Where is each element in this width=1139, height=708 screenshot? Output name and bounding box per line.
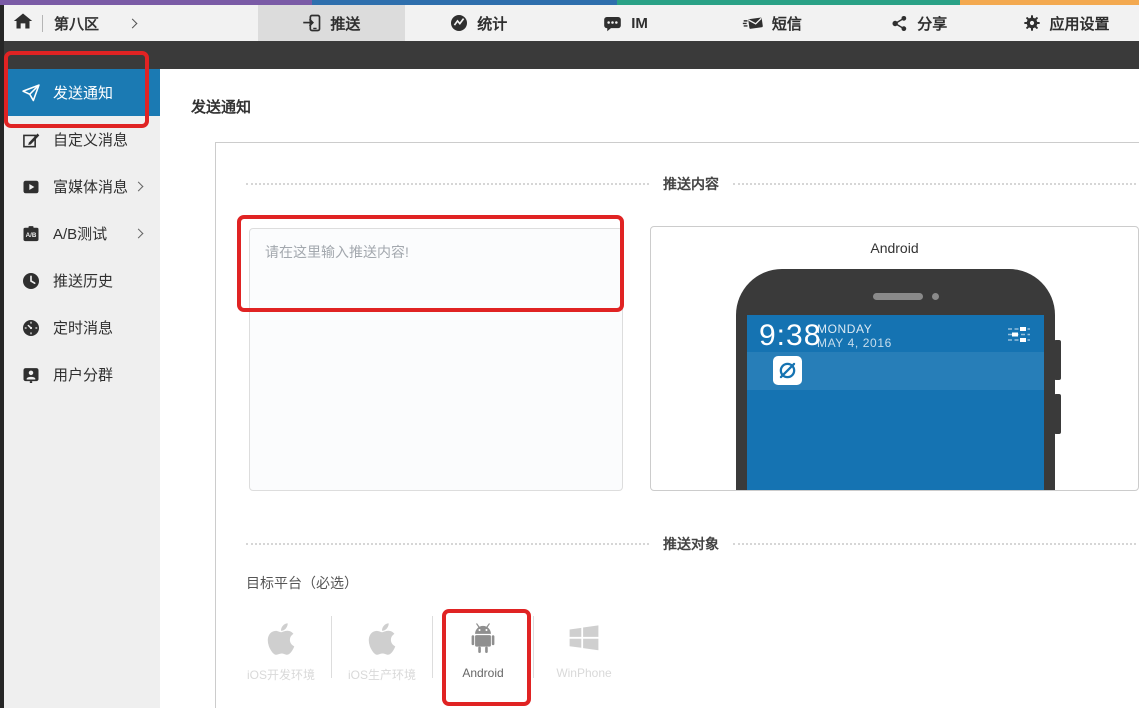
platform-android[interactable]: Android	[433, 611, 533, 683]
chevron-right-icon[interactable]	[128, 18, 138, 28]
share-icon	[890, 14, 909, 33]
user-group-icon	[20, 364, 42, 386]
push-content-input[interactable]	[249, 228, 623, 491]
sidebar-item-ab-test[interactable]: A/B A/B测试	[0, 210, 160, 257]
sidebar-item-push-history[interactable]: 推送历史	[0, 257, 160, 304]
phone-mockup: 9:38 MONDAY MAY 4, 2016	[736, 269, 1055, 490]
page-title: 发送通知	[191, 96, 251, 117]
sidebar-item-label: 自定义消息	[53, 129, 128, 150]
sidebar-item-rich-media[interactable]: 富媒体消息	[0, 163, 160, 210]
phone-volume-button	[1054, 340, 1061, 380]
stats-icon	[449, 13, 469, 33]
sidebar-item-label: 用户分群	[53, 364, 113, 385]
sidebar-item-label: 富媒体消息	[53, 176, 128, 197]
im-icon	[602, 13, 623, 34]
dotted-line	[246, 183, 649, 185]
tab-label: 统计	[477, 13, 507, 34]
header-dark-bar	[0, 41, 1139, 69]
tab-share[interactable]: 分享	[845, 5, 992, 41]
apple-icon	[266, 611, 296, 657]
edit-icon	[20, 129, 42, 151]
tab-label: IM	[631, 15, 648, 32]
tab-sms[interactable]: 短信	[698, 5, 845, 41]
platform-label: WinPhone	[556, 666, 611, 680]
preview-platform-label: Android	[651, 240, 1138, 256]
app-switcher[interactable]: 第八区	[0, 5, 136, 41]
push-form-panel: 推送内容 Android 9:38 MONDAY MAY 4, 2016	[215, 142, 1139, 708]
quick-settings-icon	[1007, 326, 1031, 348]
windows-icon	[566, 611, 602, 657]
app-window: 第八区 推送	[0, 0, 1139, 708]
brand-divider	[42, 15, 43, 32]
app-logo-icon	[773, 356, 802, 385]
sidebar-item-label: 定时消息	[53, 317, 113, 338]
tab-label: 应用设置	[1050, 13, 1110, 34]
tab-stats[interactable]: 统计	[405, 5, 552, 41]
ab-test-icon: A/B	[20, 223, 42, 245]
chevron-right-icon	[134, 182, 144, 192]
history-icon	[20, 270, 42, 292]
sidebar-item-label: A/B测试	[53, 223, 107, 244]
phone-volume-button	[1054, 394, 1061, 434]
push-icon	[302, 13, 322, 33]
sidebar-item-custom-message[interactable]: 自定义消息	[0, 116, 160, 163]
nav-tabs: 推送 统计	[258, 5, 1139, 41]
section-title-content: 推送内容	[649, 174, 733, 194]
settings-icon	[1022, 13, 1042, 33]
android-icon	[464, 611, 502, 657]
section-divider-target: 推送对象	[246, 534, 1136, 554]
platform-ios-dev[interactable]: iOS开发环境	[231, 611, 331, 683]
notification-band	[747, 352, 1044, 390]
phone-camera	[932, 293, 939, 300]
app-name: 第八区	[54, 13, 99, 34]
dotted-line	[733, 543, 1136, 545]
sidebar-item-send-notification[interactable]: 发送通知	[0, 69, 160, 116]
section-title-target: 推送对象	[649, 534, 733, 554]
top-nav: 第八区 推送	[0, 5, 1139, 41]
home-icon[interactable]	[13, 11, 33, 36]
sidebar-item-user-segments[interactable]: 用户分群	[0, 351, 160, 398]
send-icon	[20, 82, 42, 104]
lockscreen-day: MONDAY	[817, 322, 872, 336]
tab-label: 短信	[772, 13, 802, 34]
tab-label: 分享	[917, 13, 947, 34]
platform-selector: iOS开发环境 iOS生产环境	[231, 611, 634, 683]
platform-label: iOS生产环境	[348, 666, 416, 683]
timer-icon	[20, 317, 42, 339]
tab-im[interactable]: IM	[552, 5, 699, 41]
apple-icon	[367, 611, 397, 657]
tab-push[interactable]: 推送	[258, 5, 405, 41]
rich-media-icon	[20, 176, 42, 198]
lockscreen-time: 9:38	[759, 319, 821, 353]
sidebar-item-label: 发送通知	[53, 82, 113, 103]
platform-label: iOS开发环境	[247, 666, 315, 683]
left-edge-strip	[0, 5, 4, 708]
platform-winphone[interactable]: WinPhone	[534, 611, 634, 683]
svg-text:A/B: A/B	[26, 231, 37, 238]
dotted-line	[246, 543, 649, 545]
dotted-line	[733, 183, 1136, 185]
sidebar: 发送通知 自定义消息 富媒体消息	[0, 69, 160, 708]
lockscreen-date: MAY 4, 2016	[817, 336, 892, 350]
tab-app-settings[interactable]: 应用设置	[992, 5, 1139, 41]
main-content: 发送通知 推送内容 Android 9:38 MONDAY	[160, 69, 1139, 708]
platform-label: Android	[462, 666, 503, 680]
target-platform-label: 目标平台（必选）	[246, 573, 358, 593]
section-divider-content: 推送内容	[246, 174, 1136, 194]
phone-speaker	[873, 293, 923, 300]
chevron-right-icon	[134, 229, 144, 239]
tab-label: 推送	[330, 13, 360, 34]
phone-screen: 9:38 MONDAY MAY 4, 2016	[747, 315, 1044, 490]
platform-ios-prod[interactable]: iOS生产环境	[332, 611, 432, 683]
sms-icon	[742, 13, 764, 33]
sidebar-item-label: 推送历史	[53, 270, 113, 291]
sidebar-item-scheduled-message[interactable]: 定时消息	[0, 304, 160, 351]
android-preview-card: Android 9:38 MONDAY MAY 4, 2016	[650, 226, 1139, 491]
